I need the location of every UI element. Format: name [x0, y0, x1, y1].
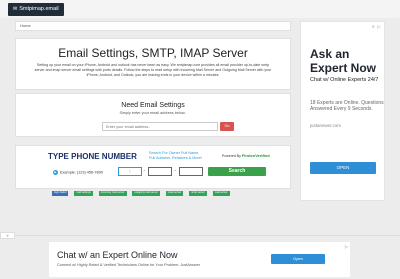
tagline-line-1: Search For Owner Full Name,	[149, 151, 200, 155]
email-input[interactable]	[102, 122, 218, 131]
brand-label: Smtpimap.email	[19, 6, 59, 12]
sidebar-ad-open-button[interactable]: OPEN	[310, 162, 376, 174]
divider	[15, 235, 400, 236]
tag-list: login failed mail settings incoming mail…	[52, 180, 231, 196]
phone-separator: -	[174, 168, 177, 174]
sidebar-ad-url: justanswer.com	[310, 123, 342, 128]
play-icon: ▶	[53, 170, 58, 175]
sidebar-ad-desc: 18 Experts are Online. Questions Answere…	[310, 100, 384, 113]
powered-brand: FirstenVerified	[241, 153, 270, 158]
hero-panel: Email Settings, SMTP, IMAP Server Settin…	[15, 38, 291, 90]
phone-line-input[interactable]	[179, 167, 203, 176]
collapse-chevron-button[interactable]: ˅	[0, 232, 15, 239]
sidebar-ad-headline: Ask an Expert Now	[310, 47, 377, 75]
breadcrumb-home-link[interactable]: Home	[20, 23, 31, 28]
phone-search-button[interactable]: Search	[208, 167, 266, 176]
bottom-ad-title: Chat w/ an Expert Online Now	[57, 250, 178, 260]
page-title: Email Settings, SMTP, IMAP Server	[58, 46, 248, 60]
phone-separator: -	[143, 168, 146, 174]
envelope-icon: ✉	[13, 6, 18, 12]
adchoices-icon[interactable]: ▷	[376, 24, 382, 30]
phone-ad-tagline: Search For Owner Full Name, Full Address…	[149, 151, 202, 160]
tagline-line-2: Full Address, Relatives & More!	[149, 155, 202, 160]
phone-prefix-input[interactable]	[148, 167, 172, 176]
top-navbar: ✉ Smtpimap.email	[0, 0, 400, 18]
adchoices-icon[interactable]: ▷	[345, 244, 348, 249]
tag-item[interactable]: login failed	[52, 191, 69, 196]
hero-description: Setting up your email on your iPhone, An…	[34, 63, 272, 77]
powered-prefix: Powered By	[222, 154, 241, 158]
close-icon[interactable]: ✕	[372, 24, 375, 30]
go-button[interactable]: Go	[220, 122, 234, 131]
tag-item[interactable]: mail server	[212, 191, 230, 196]
need-settings-panel: Need Email Settings Simply enter your em…	[15, 93, 291, 137]
bottom-ad-desc: Connect w/ Highly Rated & Verified Techn…	[57, 263, 201, 267]
bottom-banner-ad[interactable]: ▷ Chat w/ an Expert Online Now Connect w…	[49, 242, 350, 277]
tag-item[interactable]: incoming mail server	[98, 191, 127, 196]
sidebar-ad[interactable]: ✕ ▷ Ask an Expert Now Chat w/ Online Exp…	[300, 21, 385, 201]
phone-lookup-ad: TYPE PHONE NUMBER Search For Owner Full …	[15, 145, 291, 196]
need-settings-title: Need Email Settings	[121, 102, 185, 109]
tag-item[interactable]: smtp server	[189, 191, 207, 196]
sidebar-ad-chat: Chat w/ Online Experts 24/7	[310, 77, 379, 83]
need-settings-subtitle: Simply enter your email address below..	[119, 111, 187, 115]
tag-item[interactable]: mail settings	[74, 191, 93, 196]
phone-ad-title: TYPE PHONE NUMBER	[48, 152, 137, 161]
tag-item[interactable]: imap server	[165, 191, 184, 196]
powered-by: Powered By FirstenVerified	[222, 153, 270, 158]
example-label: Example: (123) 456-7890	[60, 170, 103, 175]
phone-example: ▶ Example: (123) 456-7890	[53, 170, 103, 175]
tag-item[interactable]: outgoing mail server	[132, 191, 160, 196]
bottom-ad-open-button[interactable]: Open	[271, 254, 325, 264]
brand-logo-button[interactable]: ✉ Smtpimap.email	[8, 3, 64, 16]
breadcrumb: Home	[15, 21, 291, 31]
area-code-input[interactable]: |	[118, 167, 142, 176]
